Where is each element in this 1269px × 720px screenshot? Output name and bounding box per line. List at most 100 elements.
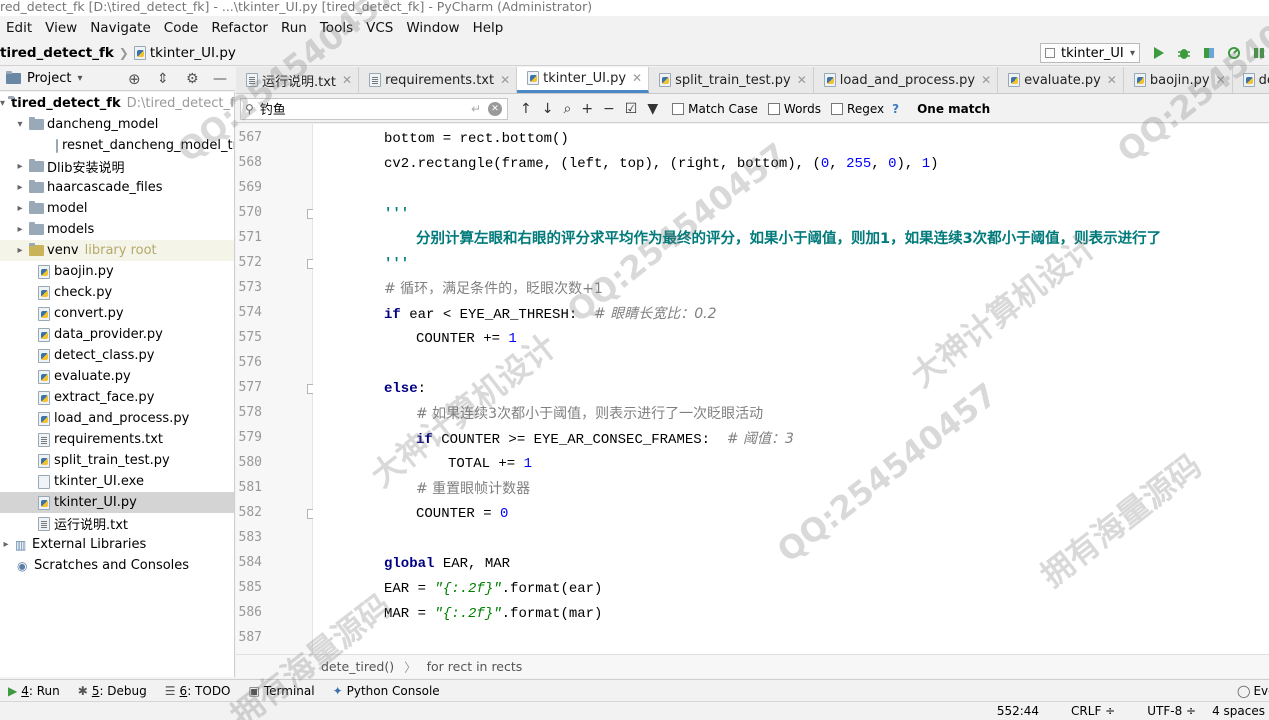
close-icon[interactable]: ✕ [632, 71, 642, 85]
tab-label: baojin.py [1149, 72, 1210, 88]
remove-occurrence-icon[interactable]: − [603, 101, 615, 117]
debug-button[interactable] [1176, 45, 1192, 61]
terminal-toolwindow-button[interactable]: ▣ Terminal [249, 684, 315, 698]
find-in-selection-icon[interactable]: ⌕ [563, 101, 571, 117]
collapse-icon[interactable]: ⇕ [157, 71, 169, 87]
tree-item[interactable]: extract_face.py [0, 387, 234, 408]
tree-item[interactable]: ▸ model [0, 198, 234, 219]
tree-item[interactable]: tkinter_UI.exe [0, 471, 234, 492]
chevron-down-icon: ▾ [1129, 47, 1135, 59]
filter-icon[interactable]: ▼ [647, 101, 658, 117]
file-encoding[interactable]: UTF-8 ÷ [1131, 704, 1196, 718]
regex-help-link[interactable]: ? [892, 102, 899, 116]
indent-setting[interactable]: 4 spaces [1212, 704, 1265, 718]
tree-label: detect_class.py [54, 348, 155, 363]
menu-run[interactable]: Run [281, 20, 307, 36]
coverage-button[interactable] [1201, 45, 1217, 61]
close-icon[interactable]: ✕ [981, 73, 991, 87]
code-line: cv2.rectangle(frame, (left, top), (right… [384, 156, 939, 172]
tab-load-and-process[interactable]: load_and_process.py ✕ [814, 67, 999, 93]
tree-item[interactable]: ▸ ▥ External Libraries [0, 534, 234, 555]
code-editor[interactable]: bottom = rect.bottom() cv2.rectangle(fra… [313, 124, 1269, 654]
tab-tkinter-ui[interactable]: tkinter_UI.py ✕ [517, 67, 650, 93]
breadcrumb-loop[interactable]: for rect in rects [427, 659, 523, 674]
tree-item[interactable]: resnet_dancheng_model_tra [0, 135, 234, 156]
menu-navigate[interactable]: Navigate [90, 20, 151, 36]
next-occurrence-button[interactable]: ↓ [542, 101, 554, 117]
clear-icon[interactable]: ✕ [488, 101, 502, 116]
previous-occurrence-button[interactable]: ↑ [520, 101, 532, 117]
tree-item[interactable]: load_and_process.py [0, 408, 234, 429]
nav-project[interactable]: tired_detect_fk [0, 45, 114, 61]
tree-item-selected[interactable]: tkinter_UI.py [0, 492, 234, 513]
project-panel-label[interactable]: Project [27, 71, 71, 86]
tree-item[interactable]: ▸ models [0, 219, 234, 240]
tree-item[interactable]: split_train_test.py [0, 450, 234, 471]
run-toolwindow-button[interactable]: ▶ 4: Run [8, 684, 60, 698]
run-config-select[interactable]: tkinter_UI ▾ [1040, 43, 1140, 63]
menu-help[interactable]: Help [473, 20, 504, 36]
menu-vcs[interactable]: VCS [366, 20, 393, 36]
words-option[interactable]: Words [767, 102, 821, 116]
tree-item[interactable]: ▾ dancheng_model [0, 114, 234, 135]
close-icon[interactable]: ✕ [1107, 73, 1117, 87]
profile-button[interactable] [1226, 45, 1242, 61]
gear-icon[interactable]: ⚙ [186, 71, 199, 87]
tree-item[interactable]: requirements.txt [0, 429, 234, 450]
code-line: EAR = "{:.2f}".format(ear) [384, 581, 603, 597]
locate-icon[interactable]: ⊕ [128, 70, 141, 88]
tree-label: Scratches and Consoles [34, 558, 190, 573]
tree-item[interactable]: data_provider.py [0, 324, 234, 345]
line-number: 571 [238, 230, 262, 245]
close-icon[interactable]: ✕ [500, 73, 510, 87]
menu-edit[interactable]: Edit [6, 20, 32, 36]
menu-window[interactable]: Window [406, 20, 459, 36]
tree-item[interactable]: evaluate.py [0, 366, 234, 387]
python-console-button[interactable]: ✦ Python Console [333, 684, 440, 698]
close-icon[interactable]: ✕ [342, 73, 352, 87]
regex-option[interactable]: Regex [831, 102, 884, 116]
close-icon[interactable]: ✕ [1216, 73, 1226, 87]
caret-position[interactable]: 552:44 [997, 704, 1039, 718]
find-input[interactable]: ⚲ 钓鱼 ↵ ✕ [240, 97, 508, 120]
menu-refactor[interactable]: Refactor [211, 20, 268, 36]
python-file-icon [527, 71, 540, 85]
nav-file[interactable]: tkinter_UI.py [150, 45, 236, 61]
menu-tools[interactable]: Tools [320, 20, 353, 36]
tab-detect-class[interactable]: detect_class.py✕ [1233, 67, 1269, 93]
tab-evaluate[interactable]: evaluate.py ✕ [998, 67, 1124, 93]
event-log-button[interactable]: ◯Eve [1237, 684, 1269, 698]
tree-item[interactable]: baojin.py [0, 261, 234, 282]
tree-item[interactable]: ▸ haarcascade_files [0, 177, 234, 198]
match-case-label: Match Case [688, 101, 758, 116]
tree-item[interactable]: 运行说明.txt [0, 513, 234, 534]
chevron-down-icon[interactable]: ▾ [77, 73, 82, 84]
run-button[interactable] [1151, 45, 1167, 61]
tree-item[interactable]: ◉ Scratches and Consoles [0, 555, 234, 576]
tree-root[interactable]: ▾ tired_detect_fk D:\tired_detect_fk [0, 93, 234, 114]
menu-code[interactable]: Code [164, 20, 199, 36]
tab-run-notes[interactable]: 运行说明.txt ✕ [236, 67, 360, 93]
tree-item[interactable]: convert.py [0, 303, 234, 324]
todo-toolwindow-button[interactable]: ☰ 6: TODO [165, 684, 231, 698]
select-all-occurrences-icon[interactable]: ☑ [625, 101, 638, 117]
line-separator[interactable]: CRLF ÷ [1055, 704, 1115, 718]
tab-requirements[interactable]: requirements.txt ✕ [359, 67, 518, 93]
concurrency-button[interactable] [1251, 45, 1267, 61]
chevron-down-icon: ▾ [17, 119, 23, 130]
tab-split-train-test[interactable]: split_train_test.py ✕ [649, 67, 814, 93]
menu-view[interactable]: View [45, 20, 77, 36]
tree-item[interactable]: ▸ venv library root [0, 240, 234, 261]
match-case-option[interactable]: Match Case [672, 102, 758, 116]
tree-item[interactable]: check.py [0, 282, 234, 303]
close-icon[interactable]: ✕ [797, 73, 807, 87]
tree-item[interactable]: detect_class.py [0, 345, 234, 366]
debug-toolwindow-button[interactable]: ✱ 5: Debug [78, 684, 147, 698]
code-line: COUNTER += 1 [416, 331, 517, 347]
add-occurrence-icon[interactable]: + [581, 101, 593, 117]
tab-baojin[interactable]: baojin.py ✕ [1124, 67, 1233, 93]
breadcrumb-function[interactable]: dete_tired() [321, 659, 394, 674]
tree-item[interactable]: ▸ Dlib安装说明 [0, 156, 234, 177]
minimize-icon[interactable]: — [213, 71, 227, 87]
line-number: 567 [238, 130, 262, 145]
